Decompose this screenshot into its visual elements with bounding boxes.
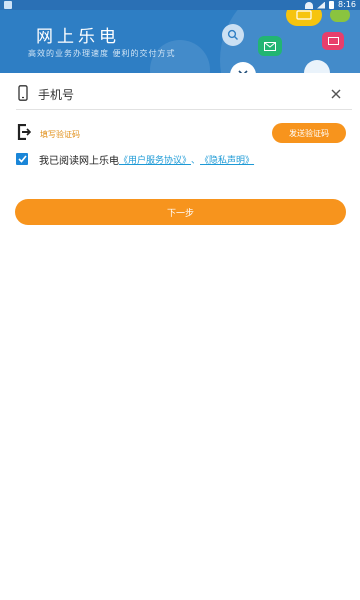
agreement-row: 我已阅读网上乐电 《用户服务协议》 、 《隐私声明》 bbox=[16, 151, 254, 167]
close-icon[interactable] bbox=[328, 86, 344, 102]
status-time: 8:16 bbox=[338, 0, 356, 9]
status-indicators: 8:16 bbox=[305, 0, 356, 10]
chat-icon bbox=[330, 10, 350, 22]
privacy-statement-link[interactable]: 《隐私声明》 bbox=[200, 153, 254, 166]
next-button[interactable]: 下一步 bbox=[15, 199, 346, 225]
card-icon bbox=[286, 10, 322, 26]
mail-icon bbox=[258, 36, 282, 56]
device-icon bbox=[322, 32, 344, 50]
agreement-checkbox[interactable] bbox=[16, 153, 28, 165]
verification-code-input[interactable] bbox=[40, 125, 210, 143]
header-banner: 网上乐电 高效的业务办理速度 便利的交付方式 bbox=[0, 10, 360, 73]
service-agreement-link[interactable]: 《用户服务协议》 bbox=[119, 153, 191, 166]
notification-icon bbox=[4, 1, 12, 9]
divider bbox=[16, 109, 352, 110]
search-icon bbox=[222, 24, 244, 46]
exit-code-icon bbox=[17, 123, 32, 144]
code-row: 发送验证码 bbox=[0, 120, 360, 148]
agreement-text: 我已阅读网上乐电 bbox=[39, 155, 119, 167]
phone-row bbox=[0, 80, 360, 110]
banner-slogan: 高效的业务办理速度 便利的交付方式 bbox=[28, 49, 176, 58]
send-code-button[interactable]: 发送验证码 bbox=[272, 123, 346, 143]
status-bar: 8:16 bbox=[0, 0, 360, 10]
agreement-separator: 、 bbox=[191, 155, 201, 166]
battery-icon bbox=[329, 1, 335, 9]
banner-title: 网上乐电 bbox=[36, 27, 120, 47]
phone-input[interactable] bbox=[38, 84, 318, 106]
signal-icon bbox=[317, 1, 326, 9]
mobile-phone-icon bbox=[18, 85, 28, 105]
wifi-icon bbox=[305, 1, 314, 9]
